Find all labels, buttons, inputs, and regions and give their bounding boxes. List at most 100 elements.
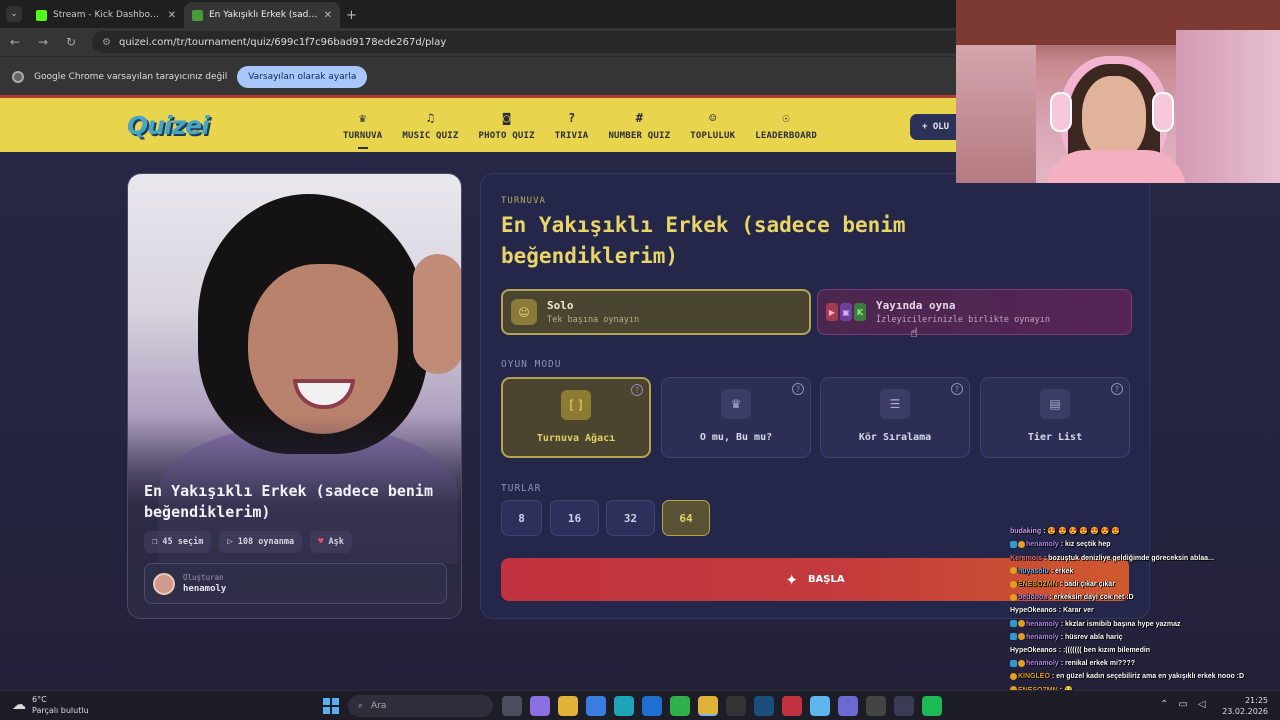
forward-icon[interactable]: → bbox=[36, 35, 50, 49]
reload-icon[interactable]: ↻ bbox=[64, 35, 78, 49]
new-tab-button[interactable]: + bbox=[346, 8, 357, 23]
nav-item-turnuva[interactable]: ♛ TURNUVA bbox=[333, 110, 392, 149]
file-explorer-icon[interactable] bbox=[558, 696, 578, 716]
app-controller-icon[interactable] bbox=[894, 696, 914, 716]
chat-message: huyasolu: erkek bbox=[1010, 565, 1280, 578]
play-count-badge: ▷ 108 oynanma bbox=[219, 531, 303, 553]
game-mode-label: OYUN MODU bbox=[501, 359, 562, 370]
windows-start-icon[interactable] bbox=[323, 698, 339, 714]
round-option-8[interactable]: 8 bbox=[501, 500, 542, 536]
list-ordered-icon: ☰ bbox=[880, 389, 910, 419]
weather-widget[interactable]: ☁ 6°C Parçalı bulutlu bbox=[12, 694, 89, 716]
app-red-icon[interactable] bbox=[782, 696, 802, 716]
round-option-32[interactable]: 32 bbox=[606, 500, 655, 536]
chat-text: : 😍 😍 😍 😍 😍 😍 😍 bbox=[1043, 528, 1121, 536]
hash-icon: # bbox=[635, 111, 643, 125]
chat-username[interactable]: budaking bbox=[1010, 528, 1041, 535]
epic-games-icon[interactable] bbox=[726, 696, 746, 716]
chat-badge-icon bbox=[1010, 567, 1017, 575]
help-icon[interactable]: ? bbox=[792, 383, 804, 395]
nav-item-trivia[interactable]: ? TRIVIA bbox=[545, 110, 599, 141]
tab-search-button[interactable]: ⌄ bbox=[6, 6, 22, 22]
nav-item-music-quiz[interactable]: ♫ MUSIC QUIZ bbox=[392, 110, 468, 141]
network-icon[interactable]: ▭ bbox=[1178, 699, 1187, 710]
chat-message: henamoly: hüsrev abla hariç bbox=[1010, 631, 1280, 644]
copilot-icon[interactable] bbox=[530, 696, 550, 716]
volume-icon[interactable]: ◁ bbox=[1198, 699, 1206, 710]
chat-username[interactable]: HypeOkeanos bbox=[1010, 647, 1057, 654]
back-icon[interactable]: ← bbox=[8, 35, 22, 49]
close-tab-icon[interactable]: ✕ bbox=[324, 10, 332, 21]
solo-mode-option[interactable]: ☺ Solo Tek başına oynayın bbox=[501, 289, 811, 335]
question-circle-icon: ? bbox=[567, 111, 576, 125]
set-default-button[interactable]: Varsayılan olarak ayarla bbox=[237, 65, 368, 88]
main-nav: ♛ TURNUVA ♫ MUSIC QUIZ ◙ PHOTO QUIZ? TRIVIA # NU… bbox=[333, 110, 827, 149]
page-title: En Yakışıklı Erkek (sadece benim beğendi… bbox=[501, 213, 906, 268]
browser-tab-quizei[interactable]: En Yakışıklı Erkek (sadece benim ✕ bbox=[184, 2, 340, 28]
stream-mode-option[interactable]: ▶ ▣ K Yayında oyna İzleyicilerinizle bir… bbox=[817, 289, 1132, 335]
chat-username[interactable]: henamoly bbox=[1026, 634, 1059, 641]
chat-message: henamoly: kkzlar ismibib başına hype yaz… bbox=[1010, 618, 1280, 631]
close-tab-icon[interactable]: ✕ bbox=[168, 10, 176, 21]
site-info-icon[interactable]: ⚙ bbox=[102, 37, 111, 48]
task-view-icon[interactable] bbox=[502, 696, 522, 716]
game-mode-bracket[interactable]: ? [ ] Turnuva Ağacı bbox=[501, 377, 651, 458]
quizei-logo[interactable]: Quizei bbox=[127, 111, 210, 140]
chrome-icon[interactable] bbox=[698, 696, 718, 716]
game-mode-label-text: O mu, Bu mu? bbox=[699, 432, 773, 443]
app-bird-icon[interactable] bbox=[810, 696, 830, 716]
chat-text: : :((((((( ben kızım bilemedin bbox=[1058, 647, 1151, 655]
round-option-64[interactable]: 64 bbox=[662, 500, 710, 536]
chat-username[interactable]: bedoboa bbox=[1018, 594, 1047, 601]
chat-username[interactable]: henamoly bbox=[1026, 660, 1059, 667]
edge-icon[interactable] bbox=[614, 696, 634, 716]
help-icon[interactable]: ? bbox=[1111, 383, 1123, 395]
help-icon[interactable]: ? bbox=[631, 384, 643, 396]
nav-item-photo-quiz[interactable]: ◙ PHOTO QUIZ bbox=[469, 110, 545, 141]
temperature: 6°C bbox=[32, 695, 47, 704]
nav-item-number-quiz[interactable]: # NUMBER QUIZ bbox=[598, 110, 680, 141]
game-mode-blind-ranking[interactable]: ? ☰ Kör Sıralama bbox=[820, 377, 970, 458]
creator-box[interactable]: Oluşturan henamoly bbox=[144, 563, 447, 604]
chat-username[interactable]: henamoly bbox=[1026, 621, 1059, 628]
camera-icon: ◙ bbox=[503, 111, 511, 125]
category-badge[interactable]: ♥ Aşk bbox=[310, 531, 352, 553]
game-mode-this-or-that[interactable]: ? ♛ O mu, Bu mu? bbox=[661, 377, 811, 458]
game-mode-tier-list[interactable]: ? ▤ Tier List bbox=[980, 377, 1130, 458]
stat-text: 45 seçim bbox=[162, 537, 204, 547]
app-play-icon[interactable] bbox=[838, 696, 858, 716]
medal-icon: ☉ bbox=[782, 111, 790, 125]
nav-label: TURNUVA bbox=[343, 131, 383, 141]
avatar bbox=[153, 572, 175, 595]
chat-username[interactable]: HypeOkeanos bbox=[1010, 607, 1057, 614]
chat-username[interactable]: KINGLEO bbox=[1018, 673, 1050, 680]
help-icon[interactable]: ? bbox=[951, 383, 963, 395]
chat-username[interactable]: ENESOZMN bbox=[1018, 581, 1058, 588]
chat-text: : erkeksin dayi cok net :D bbox=[1049, 594, 1134, 602]
chat-message: ENESOZMN: badi çıkar çıkar bbox=[1010, 578, 1280, 591]
chat-message: HypeOkeanos: :((((((( ben kızım bilemedi… bbox=[1010, 644, 1280, 657]
steam-icon[interactable] bbox=[754, 696, 774, 716]
outlook-icon[interactable] bbox=[642, 696, 662, 716]
system-tray: ⌃ ▭ ◁ bbox=[1160, 699, 1206, 710]
chat-username[interactable]: Keremois bbox=[1010, 555, 1042, 562]
clock-time: 21:25 bbox=[1244, 696, 1268, 705]
obs-icon[interactable] bbox=[866, 696, 886, 716]
xbox-icon[interactable] bbox=[670, 696, 690, 716]
system-clock[interactable]: 21:25 23.02.2026 bbox=[1222, 695, 1268, 717]
chat-username[interactable]: henamoly bbox=[1026, 541, 1059, 548]
store-icon[interactable] bbox=[586, 696, 606, 716]
chat-username[interactable]: huyasolu bbox=[1018, 568, 1049, 575]
browser-tab-kick[interactable]: Stream - Kick Dashboard ✕ bbox=[28, 2, 184, 28]
search-icon: ⌕ bbox=[358, 701, 364, 711]
round-option-16[interactable]: 16 bbox=[550, 500, 599, 536]
chat-message: henamoly: kız seçtik hep bbox=[1010, 538, 1280, 551]
nav-label: TRIVIA bbox=[554, 131, 589, 141]
spotify-icon[interactable] bbox=[922, 696, 942, 716]
nav-item-leaderboard[interactable]: ☉ LEADERBOARD bbox=[745, 110, 827, 141]
nav-item-topluluk[interactable]: ☺ TOPLULUK bbox=[680, 110, 745, 141]
chat-badge-icon bbox=[1010, 659, 1017, 667]
windows-taskbar: ☁ 6°C Parçalı bulutlu ⌕ Ara ⌃ ▭ ◁ 21:25 … bbox=[0, 690, 1280, 720]
chevron-up-icon[interactable]: ⌃ bbox=[1160, 699, 1168, 710]
taskbar-search[interactable]: ⌕ Ara bbox=[348, 695, 493, 717]
